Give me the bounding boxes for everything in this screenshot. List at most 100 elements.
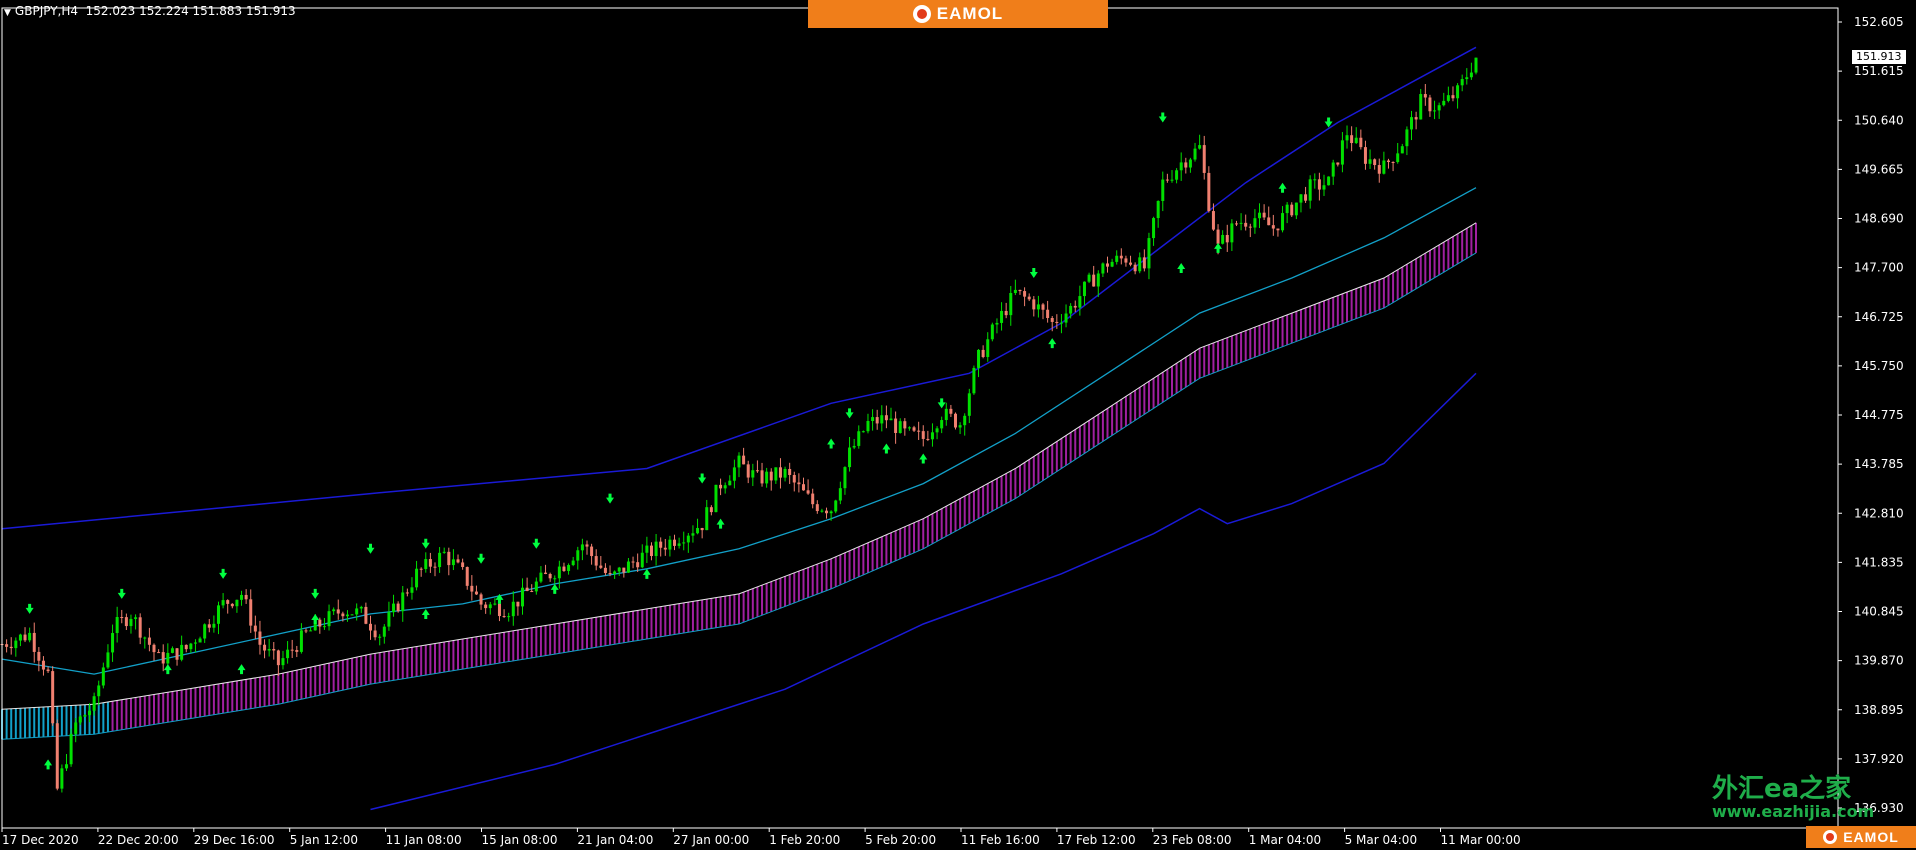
candle-body: [207, 624, 211, 628]
candle-body: [235, 599, 239, 607]
candle-body: [608, 573, 612, 575]
candle-body: [585, 544, 589, 547]
candle-body: [1013, 289, 1017, 293]
candle-body: [829, 511, 833, 514]
candle-body: [345, 614, 349, 617]
down-arrow-icon: [937, 398, 946, 409]
candle-body: [69, 733, 73, 765]
candle-body: [1239, 222, 1243, 224]
candle-body: [157, 652, 161, 654]
candle-body: [221, 600, 225, 606]
candle-body: [9, 646, 13, 649]
candle-body: [1469, 72, 1473, 78]
x-tick-label: 11 Jan 08:00: [386, 833, 462, 847]
candle-body: [1442, 100, 1446, 106]
candle-body: [843, 467, 847, 489]
candle-body: [286, 649, 290, 659]
candle-body: [41, 660, 45, 670]
dropdown-triangle-icon[interactable]: ▼: [4, 8, 11, 18]
candle-body: [392, 603, 396, 613]
candle-body: [1460, 79, 1464, 86]
candle-body: [649, 545, 653, 557]
up-arrow-icon: [716, 518, 725, 529]
x-tick-label: 5 Feb 20:00: [865, 833, 936, 847]
up-arrow-icon: [237, 664, 246, 675]
candle-body: [1064, 313, 1068, 323]
candle-body: [438, 552, 442, 568]
candle-body: [1377, 165, 1381, 174]
bottom-brand-logo: EAMOL: [1806, 826, 1916, 848]
candle-body: [1221, 234, 1225, 244]
up-arrow-icon: [550, 583, 559, 594]
current-price-tag: 151.913: [1852, 50, 1906, 64]
candle-body: [1179, 162, 1183, 171]
down-arrow-icon: [1029, 267, 1038, 278]
candle-body: [626, 561, 630, 573]
x-tick-label: 23 Feb 08:00: [1153, 833, 1232, 847]
candle-body: [28, 632, 32, 641]
y-tick-label: 144.775: [1854, 408, 1904, 422]
candle-body: [1391, 162, 1395, 164]
candle-body: [567, 565, 571, 572]
candle-body: [147, 637, 151, 645]
candle-body: [963, 415, 967, 426]
candle-body: [1281, 213, 1285, 231]
candle-body: [350, 614, 354, 616]
candle-body: [986, 339, 990, 358]
candle-body: [442, 551, 446, 553]
candle-body: [848, 447, 852, 468]
candle-body: [415, 568, 419, 588]
candle-body: [332, 609, 336, 612]
candle-body: [723, 485, 727, 489]
candle-body: [281, 658, 285, 666]
candle-body: [1234, 223, 1238, 225]
candle-body: [940, 420, 944, 429]
candle-body: [880, 415, 884, 424]
candle-body: [143, 637, 147, 639]
candle-body: [60, 768, 64, 789]
candle-body: [792, 474, 796, 483]
up-arrow-icon: [421, 608, 430, 619]
candle-body: [838, 488, 842, 501]
candle-body: [37, 651, 41, 661]
candle-body: [562, 566, 566, 572]
candle-body: [1299, 194, 1303, 203]
candle-body: [861, 431, 865, 433]
candle-body: [917, 430, 921, 432]
candle-body: [949, 408, 953, 414]
candle-body: [456, 559, 460, 563]
y-tick-label: 141.835: [1854, 555, 1904, 569]
candle-body: [1188, 159, 1192, 168]
candle-body: [1000, 310, 1004, 323]
candle-body: [977, 349, 981, 368]
candle-body: [1336, 162, 1340, 165]
candle-body: [1027, 296, 1031, 300]
candle-body: [447, 551, 451, 566]
candle-body: [1055, 321, 1059, 323]
y-tick-label: 147.700: [1854, 261, 1904, 275]
candle-body: [51, 671, 55, 724]
candle-body: [115, 617, 119, 634]
candle-body: [1110, 261, 1114, 267]
band-bottom-line: [1, 252, 1477, 740]
candle-body: [189, 643, 193, 650]
candle-body: [521, 587, 525, 607]
candle-body: [1456, 85, 1460, 99]
candle-body: [1313, 179, 1317, 181]
down-arrow-icon: [421, 538, 430, 549]
candle-body: [1368, 159, 1372, 164]
candle-body: [244, 594, 248, 600]
candle-body: [797, 482, 801, 485]
candle-body: [1317, 179, 1321, 190]
candle-body: [912, 427, 916, 431]
candle-body: [152, 644, 156, 653]
candle-body: [783, 468, 787, 478]
bottom-brand-label: EAMOL: [1843, 829, 1899, 845]
x-tick-label: 17 Feb 12:00: [1057, 833, 1136, 847]
candle-body: [253, 625, 257, 632]
up-arrow-icon: [1214, 242, 1223, 253]
candle-body: [894, 418, 898, 433]
candle-body: [1446, 95, 1450, 101]
candle-body: [1036, 304, 1040, 310]
price-chart[interactable]: 152.605 151.615 150.640 149.665 148.690 147.7…: [0, 0, 1916, 850]
